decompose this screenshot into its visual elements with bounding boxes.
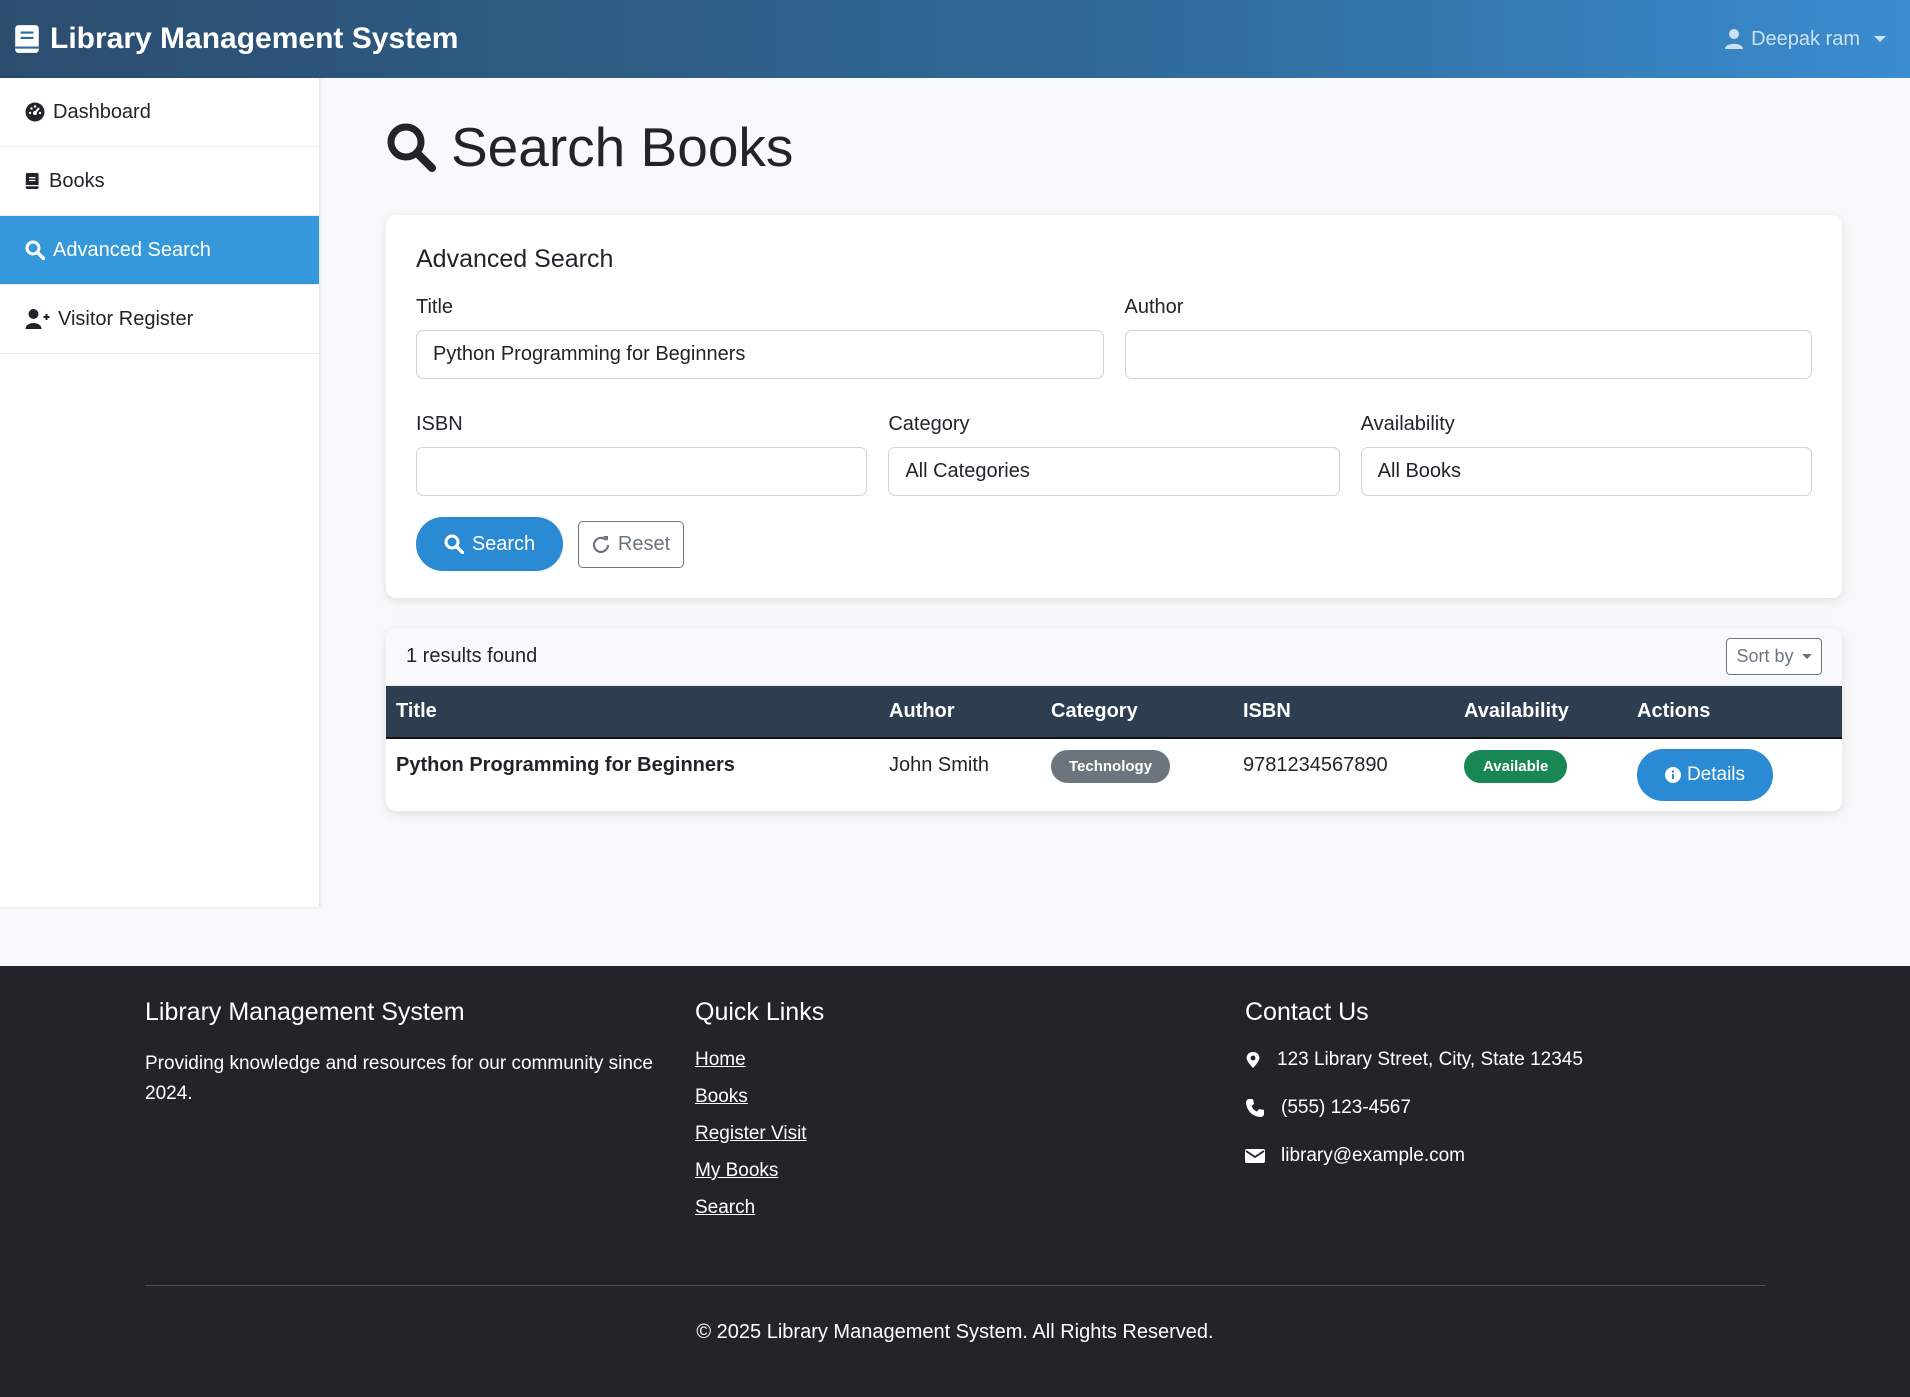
cell-actions: Details — [1627, 738, 1842, 810]
phone-text: (555) 123-4567 — [1281, 1097, 1411, 1118]
details-button-label: Details — [1686, 764, 1746, 785]
footer-quick-links: Quick Links Home Books Register Visit My… — [695, 998, 824, 1234]
top-navbar: Library Management System Deepak ram — [0, 0, 1910, 78]
footer-link-search[interactable]: Search — [695, 1197, 824, 1219]
sidebar-item-label: Advanced Search — [53, 238, 211, 261]
cell-availability: Available — [1454, 738, 1627, 810]
brand[interactable]: Library Management System — [14, 22, 458, 56]
author-input[interactable] — [1124, 330, 1812, 379]
footer-link-register-visit[interactable]: Register Visit — [695, 1123, 824, 1145]
isbn-label: ISBN — [416, 413, 463, 435]
column-header-author[interactable]: Author — [879, 686, 1041, 739]
cell-isbn: 9781234567890 — [1243, 754, 1388, 776]
column-header-title[interactable]: Title — [386, 686, 879, 739]
category-badge: Technology — [1051, 750, 1171, 783]
category-select[interactable]: All Categories — [888, 447, 1340, 496]
sort-dropdown[interactable]: Sort by — [1726, 638, 1822, 675]
results-card: 1 results found Sort by Title Author Cat… — [386, 628, 1842, 811]
cell-category: Technology — [1041, 738, 1233, 810]
column-header-actions: Actions — [1627, 686, 1842, 739]
availability-select[interactable]: All Books — [1360, 447, 1812, 496]
contact-phone: (555) 123-4567 — [1245, 1097, 1583, 1119]
sidebar-item-label: Dashboard — [53, 100, 151, 123]
envelope-icon — [1245, 1149, 1265, 1163]
results-header: 1 results found Sort by — [386, 628, 1842, 686]
card-title: Advanced Search — [416, 245, 614, 273]
table-header-row: Title Author Category ISBN Availability … — [386, 686, 1842, 739]
footer-divider — [145, 1285, 1765, 1286]
chevron-down-icon — [1874, 36, 1886, 42]
column-header-category[interactable]: Category — [1041, 686, 1233, 739]
details-button[interactable]: Details — [1637, 749, 1773, 801]
sidebar-item-advanced-search[interactable]: Advanced Search — [0, 216, 319, 285]
availability-label: Availability — [1360, 413, 1455, 435]
user-icon — [1725, 29, 1744, 49]
copyright: © 2025 Library Management System. All Ri… — [696, 1321, 1214, 1343]
info-icon — [1664, 767, 1681, 783]
chevron-down-icon — [1801, 654, 1812, 659]
footer: Library Management System Providing know… — [0, 966, 1910, 1397]
category-label: Category — [888, 413, 970, 435]
author-label: Author — [1124, 296, 1184, 318]
reset-button-label: Reset — [617, 532, 671, 555]
contact-address: 123 Library Street, City, State 12345 — [1245, 1049, 1583, 1071]
sort-label: Sort by — [1736, 646, 1794, 666]
user-dropdown[interactable]: Deepak ram — [1725, 28, 1896, 51]
status-badge: Available — [1464, 750, 1568, 783]
sidebar-item-label: Books — [49, 169, 105, 192]
dashboard-icon — [25, 102, 45, 122]
sidebar: Dashboard Books Advanced Search Visitor … — [0, 78, 319, 907]
footer-link-books[interactable]: Books — [695, 1086, 824, 1108]
column-header-isbn[interactable]: ISBN — [1233, 686, 1454, 739]
footer-link-home[interactable]: Home — [695, 1049, 824, 1071]
brand-title: Library Management System — [50, 22, 459, 55]
sidebar-item-visitor-register[interactable]: Visitor Register — [0, 285, 319, 354]
address-text: 123 Library Street, City, State 12345 — [1277, 1049, 1583, 1070]
footer-link-my-books[interactable]: My Books — [695, 1160, 824, 1182]
reset-button[interactable]: Reset — [578, 520, 684, 568]
footer-contact: Contact Us 123 Library Street, City, Sta… — [1245, 998, 1583, 1193]
sidebar-item-label: Visitor Register — [58, 307, 194, 330]
search-icon — [25, 240, 45, 260]
title-input[interactable]: Python Programming for Beginners — [416, 330, 1104, 379]
advanced-search-card: Advanced Search Title Python Programming… — [386, 215, 1842, 598]
column-header-availability[interactable]: Availability — [1454, 686, 1627, 739]
page-title-text: Search Books — [451, 116, 794, 178]
sidebar-item-books[interactable]: Books — [0, 147, 319, 216]
email-text: library@example.com — [1281, 1145, 1466, 1166]
phone-icon — [1246, 1099, 1264, 1117]
footer-about: Library Management System Providing know… — [145, 998, 665, 1109]
footer-links-heading: Quick Links — [695, 998, 825, 1026]
table-row: Python Programming for Beginners John Sm… — [386, 738, 1842, 810]
sidebar-item-dashboard[interactable]: Dashboard — [0, 78, 319, 147]
user-name: Deepak ram — [1751, 27, 1860, 50]
cell-author: John Smith — [889, 754, 990, 776]
footer-about-heading: Library Management System — [145, 998, 465, 1026]
page-title: Search Books — [385, 115, 793, 179]
results-table: Title Author Category ISBN Availability … — [386, 686, 1842, 810]
title-label: Title — [416, 296, 454, 318]
book-icon — [15, 25, 39, 53]
results-count: 1 results found — [406, 645, 538, 667]
footer-about-text: Providing knowledge and resources for ou… — [145, 1053, 653, 1104]
search-icon — [444, 534, 464, 554]
footer-contact-heading: Contact Us — [1245, 998, 1369, 1026]
map-marker-icon — [1246, 1052, 1260, 1068]
search-button-label: Search — [471, 532, 536, 555]
user-plus-icon — [25, 309, 50, 329]
isbn-input[interactable] — [416, 447, 868, 496]
cell-title: Python Programming for Beginners — [396, 754, 735, 776]
search-icon — [387, 123, 436, 172]
search-button[interactable]: Search — [416, 517, 563, 571]
book-icon — [25, 173, 39, 189]
contact-email: library@example.com — [1245, 1145, 1583, 1167]
redo-icon — [592, 536, 609, 553]
